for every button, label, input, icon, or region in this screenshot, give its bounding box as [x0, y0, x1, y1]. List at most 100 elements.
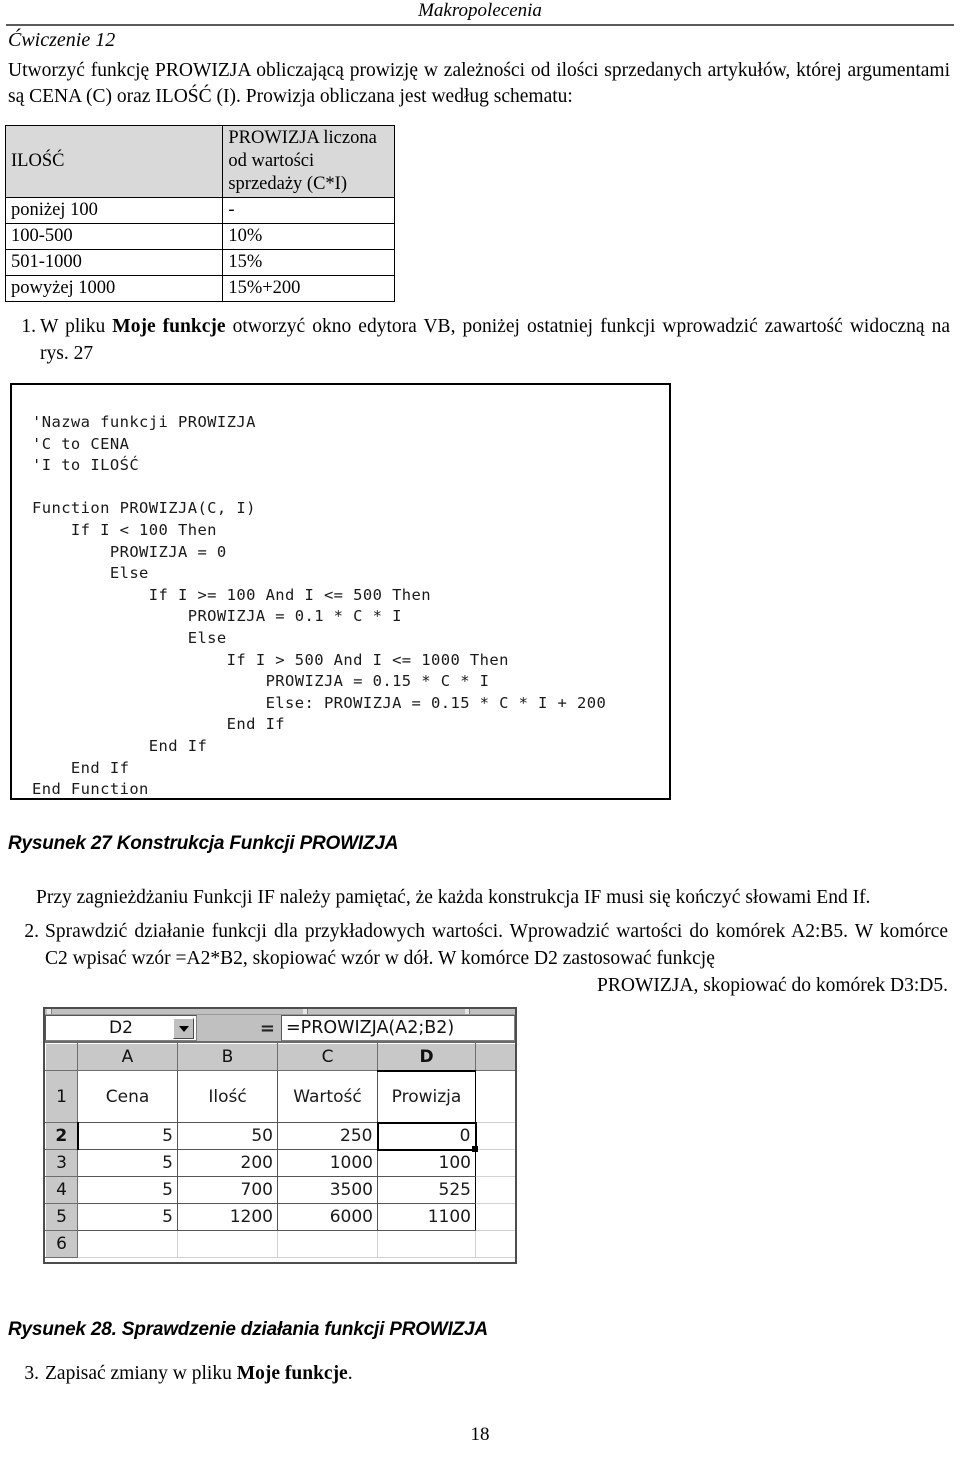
cell-e5[interactable]: [475, 1203, 515, 1231]
cell-b5[interactable]: 1200: [177, 1203, 278, 1231]
list-item-number: 2.: [24, 921, 39, 942]
excel-row-3: 3 5 200 1000 100: [45, 1149, 515, 1177]
cell-c2[interactable]: 250: [277, 1122, 378, 1150]
formula-text: =PROWIZJA(A2;B2): [286, 1018, 455, 1038]
cell-e4[interactable]: [475, 1176, 515, 1204]
column-header-c[interactable]: C: [277, 1043, 378, 1071]
table-row: 100-500 10%: [4, 223, 395, 250]
cell-c5[interactable]: 6000: [277, 1203, 378, 1231]
row-header-4[interactable]: 4: [45, 1176, 78, 1204]
table-cell-range: 100-500: [4, 223, 224, 250]
table-row: powyżej 1000 15%+200: [4, 275, 395, 302]
table-header-prowizja: PROWIZJA liczona od wartości sprzedaży (…: [222, 125, 395, 198]
table-header-row: ILOŚĆ PROWIZJA liczona od wartości sprze…: [4, 125, 395, 198]
cell-d5[interactable]: 1100: [377, 1203, 476, 1231]
commission-rates-table: ILOŚĆ PROWIZJA liczona od wartości sprze…: [4, 125, 395, 302]
list-item: 2. Sprawdzić działanie funkcji dla przyk…: [24, 918, 948, 999]
cell-a3[interactable]: 5: [77, 1149, 178, 1177]
header-divider-rule: [6, 24, 954, 26]
vb-code-listing: 'Nazwa funkcji PROWIZJA 'C to CENA 'I to…: [32, 413, 607, 799]
cell-d2-value: 0: [459, 1126, 471, 1146]
page-header: Makropolecenia: [0, 0, 960, 26]
excel-grid: A B C D 1 Cena Ilość Wartość Prowizja 2 …: [45, 1043, 515, 1258]
list-item-number: 3.: [24, 1363, 39, 1384]
cell-d3[interactable]: 100: [377, 1149, 476, 1177]
step1-bold-filename: Moje funkcje: [112, 316, 226, 337]
page-number: 18: [470, 1424, 490, 1445]
cell-e6[interactable]: [475, 1230, 515, 1258]
figure-caption-28: Rysunek 28. Sprawdzenie działania funkcj…: [8, 1319, 488, 1340]
fill-handle[interactable]: [471, 1145, 478, 1152]
cell-a6[interactable]: [77, 1230, 178, 1258]
list-item-number: 1.: [21, 316, 36, 337]
row-header-6[interactable]: 6: [45, 1230, 78, 1258]
table-cell-rate: 15%+200: [222, 275, 395, 302]
vb-code-figure: 'Nazwa funkcji PROWIZJA 'C to CENA 'I to…: [10, 383, 671, 800]
exercise-intro-paragraph: Utworzyć funkcję PROWIZJA obliczającą pr…: [8, 60, 950, 107]
table-row: poniżej 100 -: [4, 197, 395, 224]
cell-a2[interactable]: 5: [77, 1122, 178, 1150]
running-head-title: Makropolecenia: [418, 0, 542, 21]
table-row: 501-1000 15%: [4, 249, 395, 276]
cell-c6[interactable]: [277, 1230, 378, 1258]
excel-row-2: 2 5 50 250 0: [45, 1121, 515, 1152]
cell-d2-selected[interactable]: 0: [376, 1121, 478, 1152]
cell-b1[interactable]: Ilość: [177, 1070, 278, 1123]
name-box[interactable]: D2: [45, 1015, 197, 1041]
table-cell-range: poniżej 100: [4, 197, 224, 224]
cell-e2[interactable]: [475, 1122, 515, 1150]
column-header-d[interactable]: D: [377, 1043, 476, 1072]
step3-bold-filename: Moje funkcje: [236, 1363, 348, 1384]
cell-b4[interactable]: 700: [177, 1176, 278, 1204]
cell-c3[interactable]: 1000: [277, 1149, 378, 1177]
chevron-down-icon[interactable]: [173, 1018, 194, 1039]
column-header-b[interactable]: B: [177, 1043, 278, 1071]
select-all-corner[interactable]: [45, 1043, 78, 1071]
excel-row-4: 4 5 700 3500 525: [45, 1176, 515, 1204]
equals-button[interactable]: =: [197, 1015, 281, 1041]
cell-d6[interactable]: [377, 1230, 476, 1258]
figure-caption-27: Rysunek 27 Konstrukcja Funkcji PROWIZJA: [8, 833, 399, 854]
table-cell-range: 501-1000: [4, 249, 224, 276]
cell-e1[interactable]: [475, 1070, 515, 1123]
cell-a1[interactable]: Cena: [77, 1070, 178, 1123]
cell-a5[interactable]: 5: [77, 1203, 178, 1231]
toolbar-grip-right: [465, 1009, 470, 1014]
row-header-3[interactable]: 3: [45, 1149, 78, 1177]
cell-c4[interactable]: 3500: [277, 1176, 378, 1204]
step2-last-line: PROWIZJA, skopiować do komórek D3:D5.: [597, 975, 948, 996]
list-item: 1. W pliku Moje funkcje otworzyć okno ed…: [21, 313, 950, 367]
list-item-body: Zapisać zmiany w pliku Moje funkcje.: [45, 1360, 353, 1387]
table-cell-rate: 10%: [222, 223, 395, 250]
step2-text: Sprawdzić działanie funkcji dla przykład…: [45, 921, 948, 969]
excel-row-6: 6: [45, 1230, 515, 1258]
row-header-2[interactable]: 2: [45, 1122, 79, 1150]
column-header-a[interactable]: A: [77, 1043, 178, 1071]
step1-text-before: W pliku: [40, 316, 113, 337]
note-paragraph: Przy zagnieżdżaniu Funkcji IF należy pam…: [36, 887, 871, 908]
excel-column-header-row: A B C D: [45, 1043, 515, 1072]
table-cell-rate: 15%: [222, 249, 395, 276]
list-item-body: W pliku Moje funkcje otworzyć okno edyto…: [40, 313, 950, 367]
excel-row-1: 1 Cena Ilość Wartość Prowizja: [45, 1070, 515, 1123]
table-header-ilosc: ILOŚĆ: [4, 125, 224, 198]
cell-b3[interactable]: 200: [177, 1149, 278, 1177]
row-header-1[interactable]: 1: [45, 1070, 78, 1123]
list-item-body: Sprawdzić działanie funkcji dla przykład…: [45, 918, 948, 999]
cell-a4[interactable]: 5: [77, 1176, 178, 1204]
toolbar-grip-mid: [303, 1009, 308, 1014]
excel-formula-bar: D2 = =PROWIZJA(A2;B2): [45, 1015, 515, 1043]
cell-c1[interactable]: Wartość: [277, 1070, 378, 1123]
column-header-e[interactable]: [475, 1043, 515, 1071]
cell-d4[interactable]: 525: [377, 1176, 476, 1204]
step3-text-before: Zapisać zmiany w pliku: [45, 1363, 237, 1384]
formula-input[interactable]: =PROWIZJA(A2;B2): [281, 1015, 515, 1041]
cell-e3[interactable]: [475, 1149, 515, 1177]
row-header-5[interactable]: 5: [45, 1203, 78, 1231]
cell-b6[interactable]: [177, 1230, 278, 1258]
table-cell-range: powyżej 1000: [4, 275, 224, 302]
excel-row-5: 5 5 1200 6000 1100: [45, 1203, 515, 1231]
table-cell-rate: -: [222, 197, 395, 224]
cell-d1[interactable]: Prowizja: [377, 1070, 476, 1123]
cell-b2[interactable]: 50: [177, 1122, 278, 1150]
